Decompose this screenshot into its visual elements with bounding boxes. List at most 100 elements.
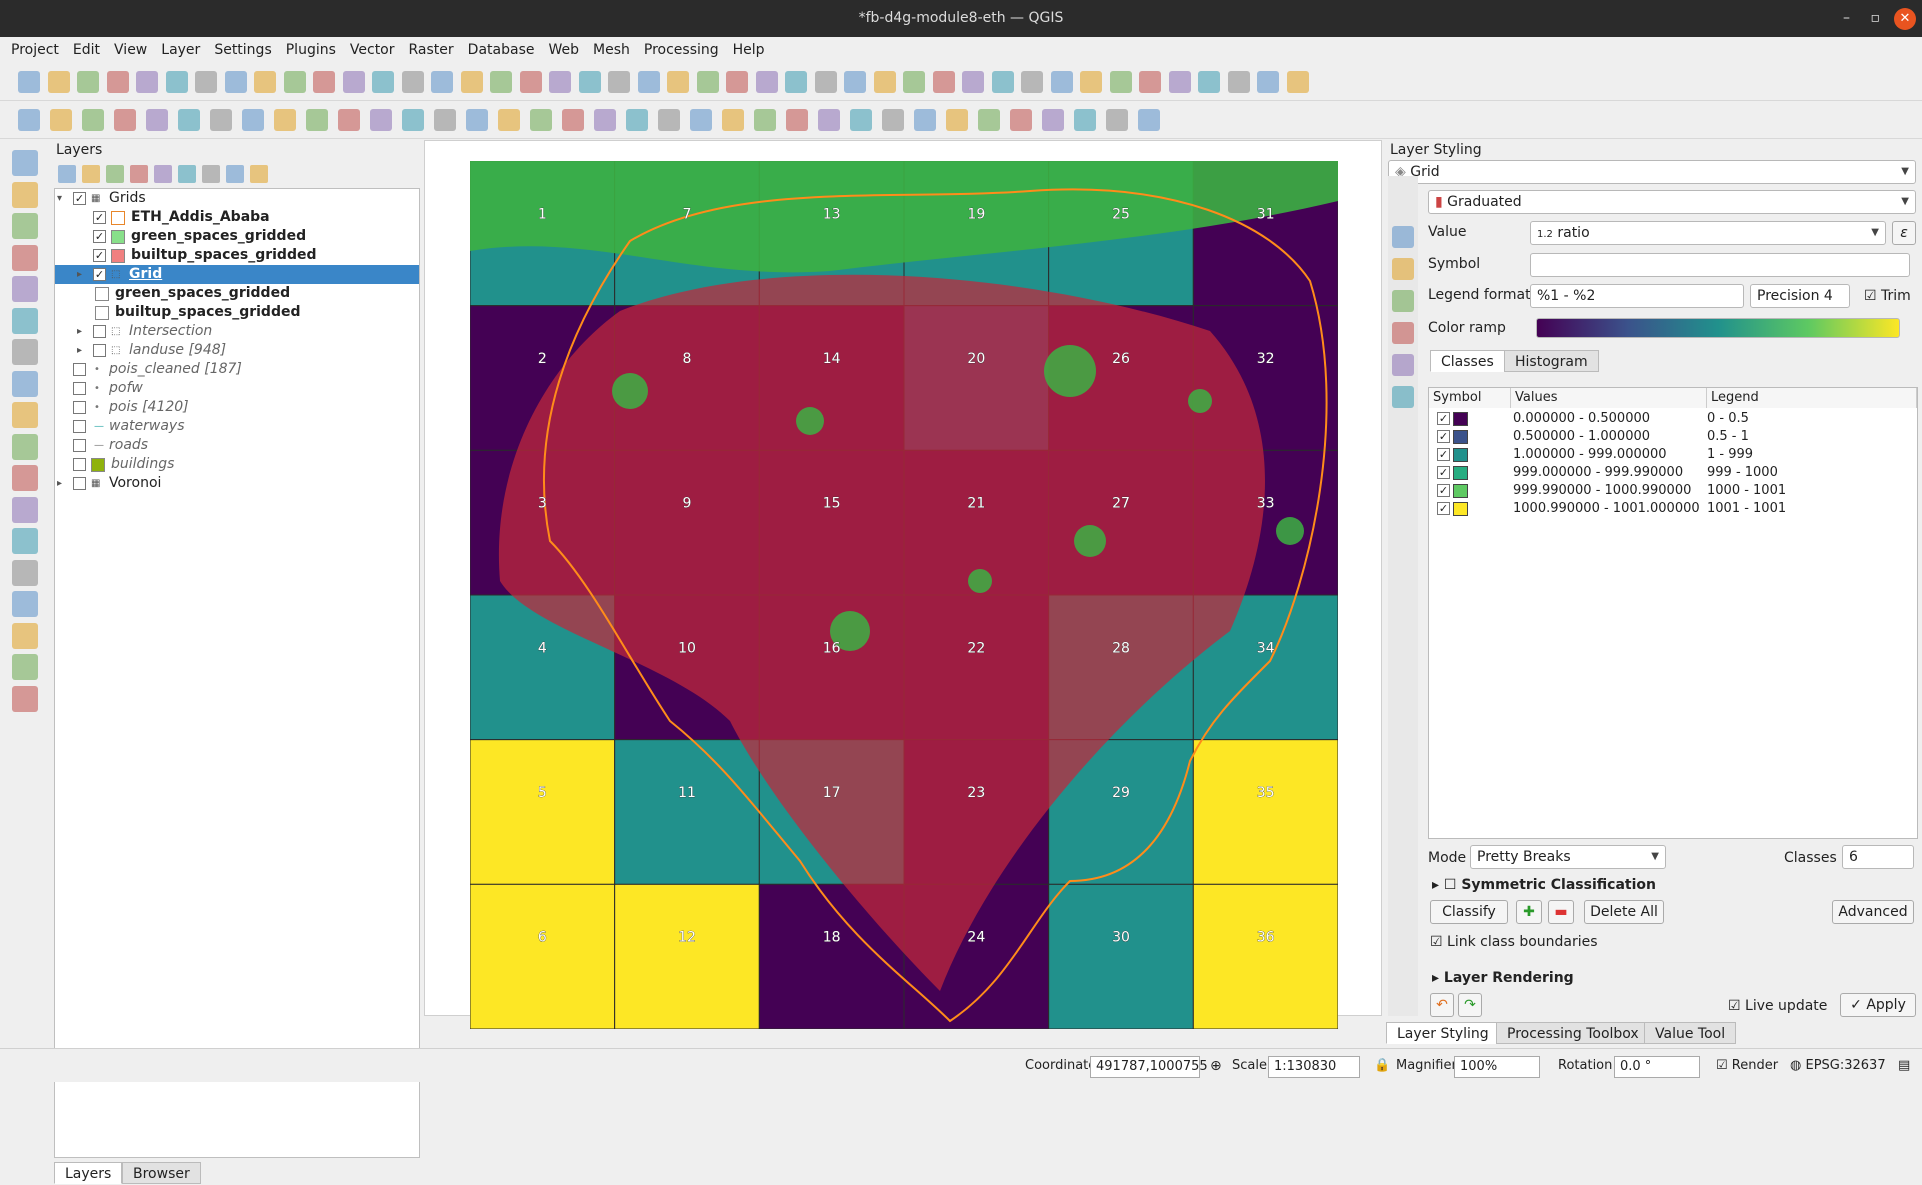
toolbar-tool-icon[interactable] <box>594 109 616 131</box>
toolbar-tool-icon[interactable] <box>178 109 200 131</box>
toolbar-tool-icon[interactable] <box>12 654 38 680</box>
toolbar-tool-icon[interactable] <box>1010 109 1032 131</box>
toolbar-tool-icon[interactable] <box>12 528 38 554</box>
toolbar-tool-icon[interactable] <box>914 109 936 131</box>
expression-button[interactable]: ε <box>1892 221 1916 245</box>
layer-visibility-checkbox[interactable] <box>73 458 86 471</box>
toolbar-tool-icon[interactable] <box>696 71 719 93</box>
toolbar-tool-icon[interactable] <box>726 71 748 93</box>
toolbar-tool-icon[interactable] <box>1074 109 1096 131</box>
render-checkbox[interactable]: ☑ Render <box>1716 1057 1778 1075</box>
toolbar-tool-icon[interactable] <box>12 559 38 586</box>
layer-tree-item[interactable]: • pois_cleaned [187] <box>55 360 419 379</box>
classify-button[interactable]: Classify <box>1430 900 1508 924</box>
toolbar-tool-icon[interactable] <box>1138 109 1160 131</box>
toolbar-tool-icon[interactable] <box>1392 354 1414 376</box>
class-checkbox[interactable]: ✓ <box>1437 430 1450 443</box>
toolbar-tool-icon[interactable] <box>578 71 601 93</box>
class-row[interactable]: ✓ 999.990000 - 1000.990000 1000 - 1001 <box>1429 482 1917 500</box>
expand-icon[interactable]: ▸ <box>77 265 82 284</box>
toolbar-tool-icon[interactable] <box>18 109 40 131</box>
toolbar-tool-icon[interactable] <box>873 71 896 93</box>
toolbar-tool-icon[interactable] <box>12 213 38 239</box>
layer-tree-item[interactable]: green_spaces_gridded <box>55 284 419 303</box>
class-symbol-swatch[interactable] <box>1453 448 1468 462</box>
toolbar-tool-icon[interactable] <box>178 165 196 183</box>
layer-visibility-checkbox[interactable] <box>73 477 86 490</box>
toolbar-tool-icon[interactable] <box>690 109 712 131</box>
layer-visibility-checkbox[interactable] <box>73 382 86 395</box>
toolbar-tool-icon[interactable] <box>114 109 136 131</box>
layer-visibility-checkbox[interactable]: ✓ <box>93 211 106 224</box>
layer-selector[interactable]: ◈ Grid ▼ <box>1388 160 1916 184</box>
toolbar-tool-icon[interactable] <box>1286 71 1309 93</box>
menu-project[interactable]: Project <box>4 37 66 63</box>
class-values[interactable]: 999.000000 - 999.990000 <box>1513 464 1683 482</box>
expand-icon[interactable]: ▸ <box>57 474 62 493</box>
toolbar-tool-icon[interactable] <box>903 71 925 93</box>
toolbar-tool-icon[interactable] <box>1080 71 1102 93</box>
toolbar-tool-icon[interactable] <box>490 71 512 93</box>
layer-tree-item[interactable]: — roads <box>55 436 419 455</box>
toolbar-tool-icon[interactable] <box>401 71 424 93</box>
add-class-button[interactable]: ✚ <box>1516 900 1542 924</box>
coordinate-field[interactable]: 491787,1000755 <box>1090 1056 1208 1078</box>
class-checkbox[interactable]: ✓ <box>1437 412 1450 425</box>
toolbar-tool-icon[interactable] <box>434 109 456 131</box>
class-legend[interactable]: 1001 - 1001 <box>1707 500 1786 518</box>
toolbar-tool-icon[interactable] <box>722 109 744 131</box>
toolbar-tool-icon[interactable] <box>342 71 365 93</box>
toolbar-tool-icon[interactable] <box>372 71 394 93</box>
trim-checkbox[interactable]: ☑ Trim <box>1864 286 1911 306</box>
toolbar-tool-icon[interactable] <box>306 109 328 131</box>
lock-icon[interactable]: 🔒 <box>1374 1057 1390 1075</box>
undo-icon[interactable]: ↶ <box>1430 993 1454 1017</box>
menu-vector[interactable]: Vector <box>343 37 402 63</box>
toolbar-tool-icon[interactable] <box>50 109 72 131</box>
toolbar-tool-icon[interactable] <box>12 150 38 176</box>
toolbar-tool-icon[interactable] <box>12 496 38 523</box>
toolbar-tool-icon[interactable] <box>814 71 837 93</box>
toolbar-tool-icon[interactable] <box>202 165 220 183</box>
expand-icon[interactable]: ▸ <box>77 341 82 360</box>
menu-settings[interactable]: Settings <box>207 37 278 63</box>
toolbar-tool-icon[interactable] <box>77 71 99 93</box>
class-symbol-swatch[interactable] <box>1453 502 1468 516</box>
toolbar-tool-icon[interactable] <box>12 339 38 365</box>
toolbar-tool-icon[interactable] <box>978 109 1000 131</box>
toolbar-tool-icon[interactable] <box>818 109 840 131</box>
magnifier-field[interactable]: 100% <box>1454 1056 1540 1078</box>
class-values[interactable]: 0.000000 - 0.500000 <box>1513 410 1650 428</box>
toolbar-tool-icon[interactable] <box>658 109 680 131</box>
toolbar-tool-icon[interactable] <box>154 165 172 183</box>
class-checkbox[interactable]: ✓ <box>1437 448 1450 461</box>
layer-visibility-checkbox[interactable]: ✓ <box>93 268 106 281</box>
expand-icon[interactable]: ▸ <box>77 322 82 341</box>
toolbar-tool-icon[interactable] <box>1227 71 1250 93</box>
layer-tree-item[interactable]: ▸ ⬚ Intersection <box>55 322 419 341</box>
toolbar-tool-icon[interactable] <box>106 165 124 183</box>
toolbar-tool-icon[interactable] <box>82 109 104 131</box>
layer-tree-item[interactable]: • pois [4120] <box>55 398 419 417</box>
toolbar-tool-icon[interactable] <box>1392 386 1414 408</box>
toolbar-tool-icon[interactable] <box>1106 109 1128 131</box>
layer-rendering-toggle[interactable]: ▸ Layer Rendering <box>1432 968 1574 988</box>
toolbar-tool-icon[interactable] <box>962 71 984 93</box>
toolbar-tool-icon[interactable] <box>1198 71 1220 93</box>
menu-mesh[interactable]: Mesh <box>586 37 637 63</box>
layer-tree-item[interactable]: ▾ ✓ ▦ Grids <box>55 189 419 208</box>
toolbar-tool-icon[interactable] <box>370 109 392 131</box>
menu-view[interactable]: View <box>107 37 154 63</box>
classes-table[interactable]: Symbol Values Legend ✓ 0.000000 - 0.50000… <box>1428 387 1918 839</box>
toolbar-tool-icon[interactable] <box>12 685 38 712</box>
layer-visibility-checkbox[interactable]: ✓ <box>93 249 106 262</box>
column-legend[interactable]: Legend <box>1707 388 1917 408</box>
toolbar-tool-icon[interactable] <box>460 71 483 93</box>
toolbar-tool-icon[interactable] <box>626 109 648 131</box>
toolbar-tool-icon[interactable] <box>786 109 808 131</box>
toolbar-tool-icon[interactable] <box>1392 290 1414 312</box>
value-field[interactable]: 1.2 ratio ▼ <box>1530 221 1886 245</box>
toolbar-tool-icon[interactable] <box>195 71 217 93</box>
toolbar-tool-icon[interactable] <box>12 244 38 271</box>
toolbar-tool-icon[interactable] <box>844 71 866 93</box>
